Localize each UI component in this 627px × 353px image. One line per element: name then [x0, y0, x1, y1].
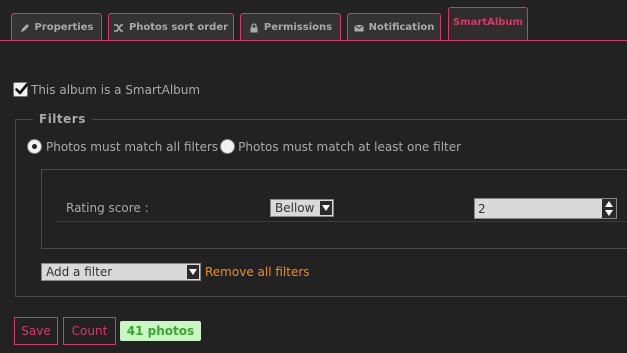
smartalbum-checkbox-label: This album is a SmartAlbum — [31, 82, 201, 97]
chevron-down-icon — [320, 201, 332, 215]
smartalbum-checkbox[interactable] — [13, 82, 29, 97]
pencil-icon — [20, 23, 30, 33]
lock-icon — [249, 22, 259, 33]
arrow-down-icon[interactable] — [605, 210, 613, 217]
shuffle-icon — [113, 23, 124, 33]
checkmark-icon — [15, 83, 29, 95]
tab-bar: Properties Photos sort order Permissions… — [0, 0, 627, 41]
save-button[interactable]: Save — [14, 317, 58, 345]
filter-mode-group: Photos must match all filters Photos mus… — [27, 139, 461, 154]
add-filter-value: Add a filter — [46, 265, 113, 279]
tab-underline — [0, 40, 627, 41]
rating-operator-value: Bellow — [275, 201, 315, 215]
chevron-down-icon — [187, 265, 199, 279]
tab-smartalbum[interactable]: SmartAlbum — [448, 7, 528, 41]
tab-label: Permissions — [263, 22, 333, 33]
tab-permissions[interactable]: Permissions — [240, 13, 341, 41]
envelope-icon — [353, 23, 364, 33]
match-all-label[interactable]: Photos must match all filters — [46, 140, 218, 154]
rating-score-label: Rating score : — [66, 201, 149, 215]
tab-properties[interactable]: Properties — [11, 13, 102, 41]
rating-value: 2 — [478, 201, 486, 216]
radio-dot — [32, 144, 37, 149]
filters-legend: Filters — [33, 112, 92, 126]
remove-all-filters-link[interactable]: Remove all filters — [205, 265, 310, 279]
tab-photos-sort-order[interactable]: Photos sort order — [108, 13, 234, 41]
photo-count-badge: 41 photos — [120, 321, 201, 341]
spinner-buttons[interactable] — [602, 199, 616, 218]
count-button[interactable]: Count — [63, 317, 116, 345]
tab-label: SmartAlbum — [453, 17, 523, 28]
arrow-up-icon[interactable] — [605, 200, 613, 207]
tab-label: Notification — [368, 22, 435, 33]
tab-label: Properties — [34, 22, 94, 33]
smartalbum-toggle-row: This album is a SmartAlbum — [13, 82, 200, 97]
match-any-radio[interactable] — [220, 139, 236, 154]
rating-value-spinner[interactable]: 2 — [474, 198, 617, 219]
tab-label: Photos sort order — [128, 22, 229, 33]
filter-row-divider — [56, 221, 627, 222]
add-filter-select[interactable]: Add a filter — [41, 263, 201, 281]
match-any-label[interactable]: Photos must match at least one filter — [238, 140, 461, 154]
rating-operator-select[interactable]: Bellow — [270, 199, 334, 217]
match-all-radio[interactable] — [27, 139, 42, 154]
tab-notification[interactable]: Notification — [347, 13, 441, 41]
